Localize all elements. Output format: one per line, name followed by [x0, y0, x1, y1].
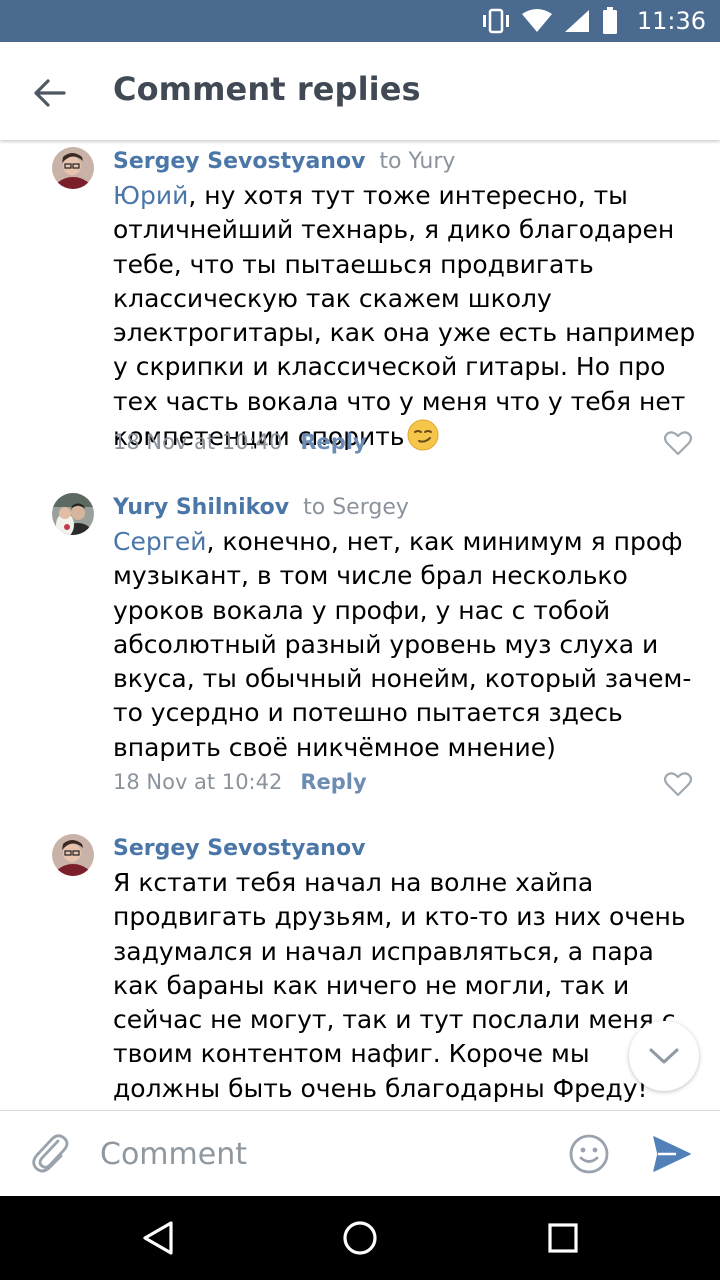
reply-target[interactable]: to Sergey: [303, 495, 409, 520]
vibrate-icon: [482, 8, 509, 34]
mention-link[interactable]: Сергей: [113, 527, 206, 556]
author-link[interactable]: Sergey Sevostyanov: [113, 149, 365, 174]
back-button[interactable]: [24, 67, 76, 119]
triangle-back-icon: [143, 1221, 173, 1255]
comment-text: Я кстати тебя начал на волне хайпа продв…: [113, 866, 703, 1106]
scroll-down-button[interactable]: [629, 1021, 699, 1091]
status-icons: 11:36: [481, 0, 706, 42]
page-title: Comment replies: [113, 70, 421, 108]
author-link[interactable]: Yury Shilnikov: [113, 495, 289, 520]
chevron-down-icon: [649, 1048, 679, 1064]
comment-header: Sergey Sevostyanov to Yury: [113, 149, 455, 174]
smiley-icon[interactable]: [568, 1133, 610, 1175]
comment-date: 18 Nov at 10:40: [113, 430, 283, 454]
wifi-icon: [521, 9, 552, 32]
battery-icon: [602, 7, 617, 34]
arrow-left-icon: [34, 79, 66, 107]
nav-home-button[interactable]: [338, 1216, 382, 1260]
comment-body: , ну хотя тут тоже интересно, ты отличне…: [113, 181, 696, 452]
square-recents-icon: [548, 1223, 578, 1253]
reply-target[interactable]: to Yury: [379, 149, 455, 174]
comment-meta: 18 Nov at 10:40 Reply: [113, 430, 367, 454]
comment-text: Юрий, ну хотя тут тоже интересно, ты отл…: [113, 179, 703, 454]
nav-back-button[interactable]: [136, 1216, 180, 1260]
mention-link[interactable]: Юрий: [113, 181, 188, 210]
system-nav-bar: [0, 1196, 720, 1280]
circle-home-icon: [343, 1221, 377, 1255]
author-link[interactable]: Sergey Sevostyanov: [113, 836, 365, 861]
comments-list[interactable]: Sergey Sevostyanov to Yury Юрий, ну хотя …: [0, 140, 720, 1110]
comment-meta: 18 Nov at 10:42 Reply: [113, 770, 367, 794]
comment-header: Yury Shilnikov to Sergey: [113, 495, 409, 520]
smirking-face-emoji: [407, 419, 439, 451]
status-bar: 11:36: [0, 0, 720, 42]
paperclip-icon[interactable]: [30, 1131, 70, 1175]
comment-composer: [0, 1110, 720, 1196]
reply-button[interactable]: Reply: [300, 770, 366, 794]
heart-icon[interactable]: [664, 771, 692, 797]
signal-icon: [564, 10, 589, 32]
comment-body: , конечно, нет, как минимум я проф музык…: [113, 527, 692, 762]
send-icon[interactable]: [652, 1135, 692, 1173]
avatar[interactable]: [52, 493, 94, 535]
avatar[interactable]: [52, 147, 94, 189]
previous-comment-remnant: [116, 140, 676, 144]
reply-button[interactable]: Reply: [300, 430, 366, 454]
avatar[interactable]: [52, 834, 94, 876]
comment-input[interactable]: [100, 1129, 540, 1179]
comment-text: Сергей, конечно, нет, как минимум я проф…: [113, 525, 703, 765]
app-bar: Comment replies: [0, 42, 720, 140]
comment-header: Sergey Sevostyanov: [113, 836, 365, 861]
comment-date: 18 Nov at 10:42: [113, 770, 283, 794]
heart-icon[interactable]: [664, 430, 692, 456]
comment-body: Я кстати тебя начал на волне хайпа продв…: [113, 868, 686, 1103]
status-time: 11:36: [636, 7, 706, 35]
nav-recents-button[interactable]: [541, 1216, 585, 1260]
